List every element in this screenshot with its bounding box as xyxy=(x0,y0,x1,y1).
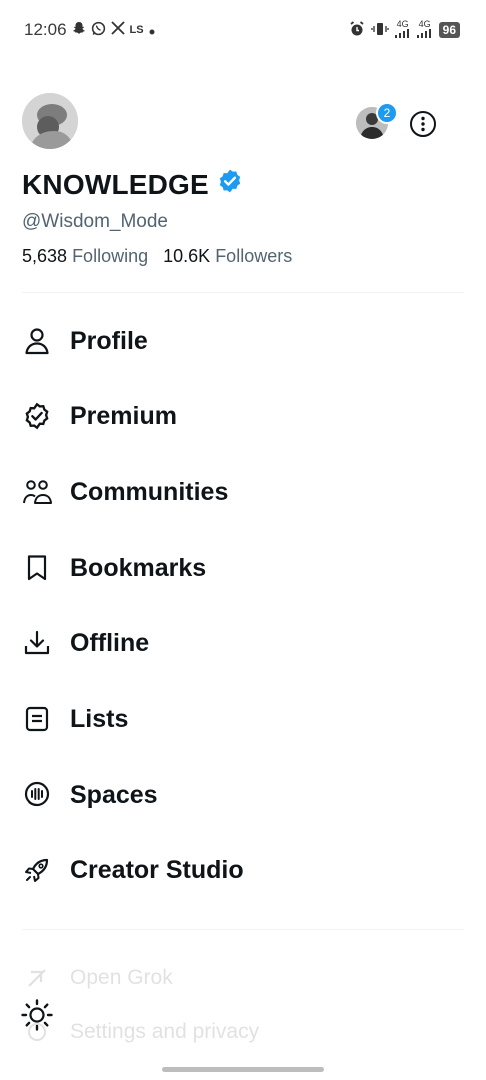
menu-item-offline[interactable]: Offline xyxy=(22,618,462,668)
menu-label-lists: Lists xyxy=(70,704,129,733)
premium-badge-icon xyxy=(22,401,52,431)
snapchat-icon xyxy=(72,21,86,39)
menu-label-communities: Communities xyxy=(70,477,229,506)
home-indicator[interactable] xyxy=(162,1067,324,1072)
grok-icon xyxy=(22,963,52,993)
sun-icon xyxy=(21,999,53,1031)
dot-icon xyxy=(149,22,155,39)
menu-item-settings[interactable]: Settings and privacy xyxy=(22,1007,462,1057)
menu-item-creator-studio[interactable]: Creator Studio xyxy=(22,845,462,895)
divider xyxy=(22,292,464,293)
signal-4g-icon: 4G xyxy=(394,20,411,40)
divider-2 xyxy=(22,929,464,930)
menu-label-creator-studio: Creator Studio xyxy=(70,855,244,884)
menu-label-premium: Premium xyxy=(70,401,177,430)
more-options-icon xyxy=(410,111,436,137)
list-icon xyxy=(22,704,52,734)
rocket-icon xyxy=(22,855,52,885)
battery-indicator: 96 xyxy=(438,22,460,38)
followers-count: 10.6K xyxy=(163,246,211,266)
user-handle: @Wisdom_Mode xyxy=(22,211,168,232)
display-name: KNOWLEDGE xyxy=(22,168,209,200)
followers-label: Followers xyxy=(215,246,293,266)
status-bar: 12:06 LS 4G 4G 96 xyxy=(0,0,486,62)
following-link[interactable]: 5,638 Following xyxy=(22,246,148,266)
menu-item-lists[interactable]: Lists xyxy=(22,694,462,744)
follow-stats: 5,638 Following 10.6K Followers xyxy=(22,246,292,267)
display-name-row: KNOWLEDGE xyxy=(22,168,243,201)
whatsapp-icon xyxy=(91,21,106,40)
menu-item-open-grok[interactable]: Open Grok xyxy=(22,953,462,1003)
download-icon xyxy=(22,628,52,658)
account-notification-badge: 2 xyxy=(376,102,398,124)
menu-label-bookmarks: Bookmarks xyxy=(70,553,207,582)
vibrate-icon xyxy=(370,21,389,40)
profile-avatar[interactable] xyxy=(22,93,78,149)
menu-label-offline: Offline xyxy=(70,628,150,657)
verified-badge-icon xyxy=(217,168,243,201)
communities-icon xyxy=(22,477,52,507)
menu-item-premium[interactable]: Premium xyxy=(22,391,462,441)
person-icon xyxy=(22,326,52,356)
bookmark-icon xyxy=(22,553,52,583)
signal-4g-icon-2: 4G xyxy=(416,20,433,40)
menu-item-profile[interactable]: Profile xyxy=(22,316,462,366)
menu-label-settings: Settings and privacy xyxy=(70,1020,260,1043)
following-count: 5,638 xyxy=(22,246,68,266)
clock: 12:06 xyxy=(24,20,67,39)
followers-link[interactable]: 10.6K Followers xyxy=(163,246,292,266)
menu-label-profile: Profile xyxy=(70,326,148,355)
more-options-button[interactable] xyxy=(408,109,438,139)
following-label: Following xyxy=(72,246,149,266)
ls-icon: LS xyxy=(129,24,144,36)
menu-label-open-grok: Open Grok xyxy=(70,966,173,989)
menu-item-spaces[interactable]: Spaces xyxy=(22,770,462,820)
menu-item-bookmarks[interactable]: Bookmarks xyxy=(22,543,462,593)
alarm-icon xyxy=(349,20,365,40)
menu-label-spaces: Spaces xyxy=(70,780,158,809)
menu-item-communities[interactable]: Communities xyxy=(22,467,462,517)
theme-toggle-button[interactable] xyxy=(20,998,54,1032)
x-icon xyxy=(110,21,125,39)
spaces-icon xyxy=(22,780,52,810)
